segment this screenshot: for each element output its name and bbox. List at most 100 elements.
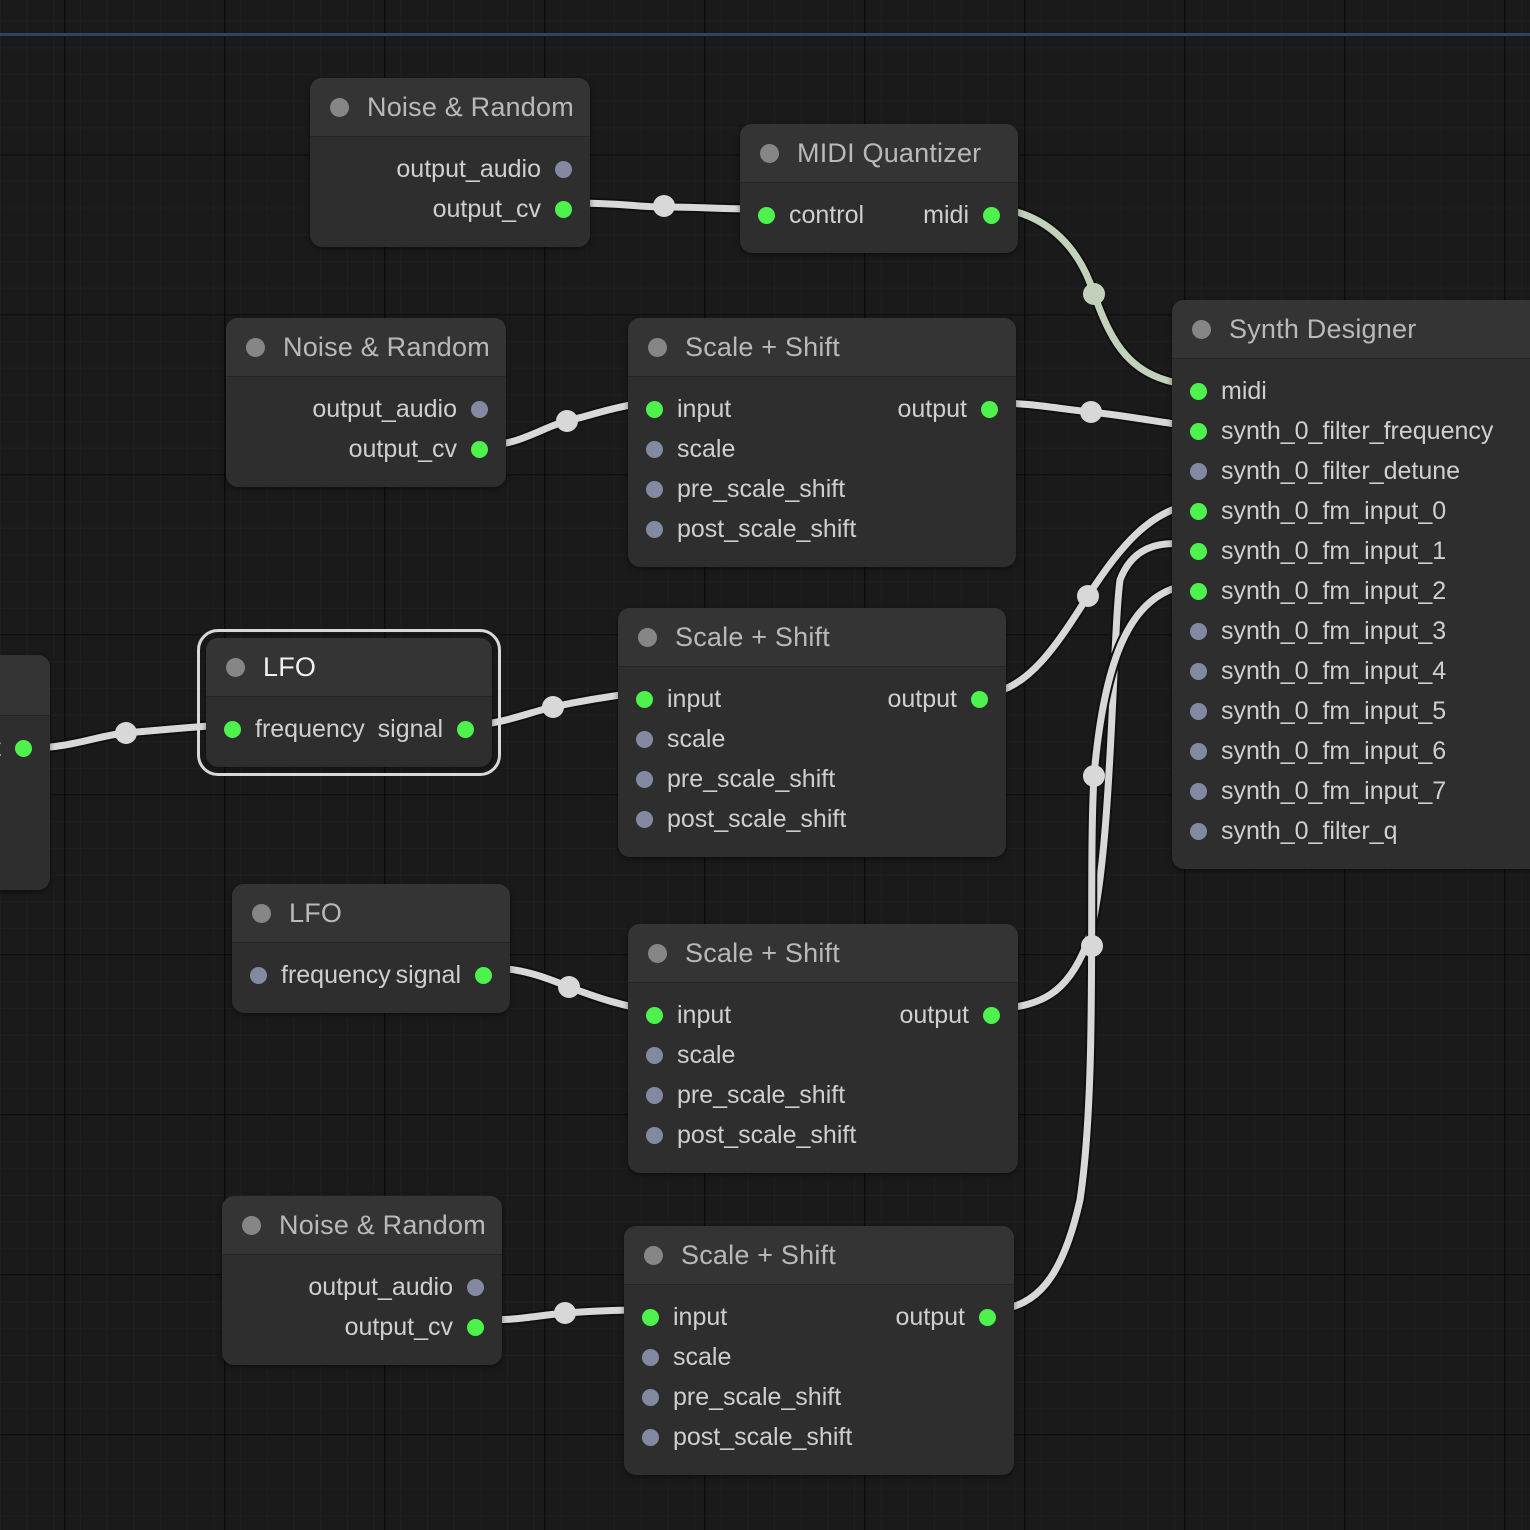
port-dot-post_scale_shift[interactable]: [646, 520, 663, 538]
node-scale_shift_1[interactable]: Scale + Shift input output scale pre_scale_s…: [628, 318, 1016, 567]
port-dot-output[interactable]: [983, 1006, 1000, 1024]
node-partial_left[interactable]: ut: [0, 655, 50, 890]
port-dot-synth_0_fm_input_2[interactable]: [1190, 582, 1207, 600]
cable-midpoint-handle[interactable]: [558, 976, 580, 998]
port-dot-output[interactable]: [979, 1308, 996, 1326]
port-dot-synth_0_fm_input_1[interactable]: [1190, 542, 1207, 560]
node-midi_quantizer[interactable]: MIDI Quantizer control midi: [740, 124, 1018, 253]
port-dot-input[interactable]: [642, 1308, 659, 1326]
node-header[interactable]: Scale + Shift: [628, 924, 1018, 983]
cable-midpoint-handle[interactable]: [115, 722, 137, 744]
cable-noise1_to_quantizer[interactable]: [568, 199, 760, 213]
port-dot-pre_scale_shift[interactable]: [642, 1388, 659, 1406]
port-dot-scale[interactable]: [642, 1348, 659, 1366]
cable-partialnode_to_lfo1[interactable]: [28, 721, 228, 752]
node-collapse-icon[interactable]: [226, 657, 245, 677]
node-header[interactable]: LFO: [206, 638, 492, 697]
node-header[interactable]: Scale + Shift: [618, 608, 1006, 667]
port-dot-output_audio[interactable]: [555, 160, 572, 178]
cable-midpoint-handle[interactable]: [542, 696, 564, 718]
port-dot-synth_0_fm_input_6[interactable]: [1190, 742, 1207, 760]
node-collapse-icon[interactable]: [638, 627, 657, 647]
port-dot-pre_scale_shift[interactable]: [636, 770, 653, 788]
node-collapse-icon[interactable]: [242, 1215, 261, 1235]
cable-lfo1_to_scaleshift2[interactable]: [466, 689, 640, 729]
port-dot-frequency[interactable]: [224, 720, 241, 738]
cable-quantizer_to_synth_midi[interactable]: [994, 204, 1194, 389]
cable-midpoint-handle[interactable]: [556, 410, 578, 432]
node-header[interactable]: [0, 655, 50, 716]
node-collapse-icon[interactable]: [648, 337, 667, 357]
port-dot-signal[interactable]: [457, 720, 474, 738]
port-dot-output_cv[interactable]: [555, 200, 572, 218]
port-dot-synth_0_fm_input_5[interactable]: [1190, 702, 1207, 720]
node-lfo_2[interactable]: LFO frequency signal: [232, 884, 510, 1013]
port-dot-scale[interactable]: [646, 1046, 663, 1064]
port-dot-output_cv[interactable]: [467, 1318, 484, 1336]
port-dot-synth_0_filter_frequency[interactable]: [1190, 422, 1207, 440]
port-dot-scale[interactable]: [636, 730, 653, 748]
port-dot-post_scale_shift[interactable]: [646, 1126, 663, 1144]
node-graph-canvas[interactable]: ut Noise & Random output_audio output_cv MID…: [0, 0, 1530, 1530]
cable-noise3_to_scaleshift4[interactable]: [486, 1306, 646, 1324]
cable-midpoint-handle[interactable]: [1081, 935, 1103, 957]
port-dot-midi[interactable]: [983, 206, 1000, 224]
port-dot-input[interactable]: [646, 1006, 663, 1024]
port-dot-midi[interactable]: [1190, 382, 1207, 400]
node-collapse-icon[interactable]: [644, 1245, 663, 1265]
node-collapse-icon[interactable]: [648, 943, 667, 963]
node-lfo_1[interactable]: LFO frequency signal: [197, 629, 501, 776]
node-header[interactable]: Synth Designer: [1172, 300, 1530, 359]
node-scale_shift_3[interactable]: Scale + Shift input output scale pre_scale_s…: [628, 924, 1018, 1173]
port-dot-synth_0_fm_input_0[interactable]: [1190, 502, 1207, 520]
node-header[interactable]: Noise & Random: [226, 318, 506, 377]
port-dot-output[interactable]: [971, 690, 988, 708]
node-scale_shift_4[interactable]: Scale + Shift input output scale pre_scale_s…: [624, 1226, 1014, 1475]
node-header[interactable]: Scale + Shift: [624, 1226, 1014, 1285]
cable-scaleshift2_to_fm_input_0[interactable]: [986, 501, 1193, 697]
cable-scaleshift3_to_fm_input_1[interactable]: [996, 540, 1193, 1013]
port-dot-output[interactable]: [15, 739, 32, 757]
port-dot-post_scale_shift[interactable]: [636, 810, 653, 828]
port-dot-output_audio[interactable]: [471, 400, 488, 418]
port-dot-post_scale_shift[interactable]: [642, 1428, 659, 1446]
cable-midpoint-handle[interactable]: [1083, 283, 1105, 305]
port-dot-input[interactable]: [646, 400, 663, 418]
port-dot-control[interactable]: [758, 206, 775, 224]
node-header[interactable]: MIDI Quantizer: [740, 124, 1018, 183]
port-dot-output[interactable]: [981, 400, 998, 418]
cable-midpoint-handle[interactable]: [1077, 585, 1099, 607]
node-synth_designer[interactable]: Synth Designer midi synth_0_filter_frequen…: [1172, 300, 1530, 869]
node-header[interactable]: LFO: [232, 884, 510, 943]
port-dot-synth_0_filter_q[interactable]: [1190, 822, 1207, 840]
cable-noise2_to_scaleshift1[interactable]: [484, 399, 648, 449]
node-collapse-icon[interactable]: [246, 337, 265, 357]
port-dot-frequency[interactable]: [250, 966, 267, 984]
node-scale_shift_2[interactable]: Scale + Shift input output scale pre_scale_s…: [618, 608, 1006, 857]
node-noise_2[interactable]: Noise & Random output_audio output_cv: [226, 318, 506, 487]
port-dot-synth_0_fm_input_4[interactable]: [1190, 662, 1207, 680]
cable-midpoint-handle[interactable]: [1080, 401, 1102, 423]
port-dot-synth_0_fm_input_7[interactable]: [1190, 782, 1207, 800]
port-dot-scale[interactable]: [646, 440, 663, 458]
port-dot-pre_scale_shift[interactable]: [646, 1086, 663, 1104]
cable-midpoint-handle[interactable]: [1083, 765, 1105, 787]
port-dot-input[interactable]: [636, 690, 653, 708]
node-collapse-icon[interactable]: [330, 97, 349, 117]
node-header[interactable]: Noise & Random: [310, 78, 590, 137]
node-collapse-icon[interactable]: [760, 143, 779, 163]
port-dot-output_cv[interactable]: [471, 440, 488, 458]
node-header[interactable]: Scale + Shift: [628, 318, 1016, 377]
cable-midpoint-handle[interactable]: [653, 195, 675, 217]
cable-lfo2_to_scaleshift3[interactable]: [488, 964, 648, 1013]
node-noise_3[interactable]: Noise & Random output_audio output_cv: [222, 1196, 502, 1365]
port-dot-output_audio[interactable]: [467, 1278, 484, 1296]
cable-midpoint-handle[interactable]: [554, 1302, 576, 1324]
port-dot-signal[interactable]: [475, 966, 492, 984]
node-noise_1[interactable]: Noise & Random output_audio output_cv: [310, 78, 590, 247]
port-dot-synth_0_filter_detune[interactable]: [1190, 462, 1207, 480]
cable-scaleshift4_to_fm_input_2[interactable]: [992, 581, 1193, 1314]
node-header[interactable]: Noise & Random: [222, 1196, 502, 1255]
cable-scaleshift1_to_filter_frequency[interactable]: [994, 399, 1194, 430]
node-collapse-icon[interactable]: [252, 903, 271, 923]
